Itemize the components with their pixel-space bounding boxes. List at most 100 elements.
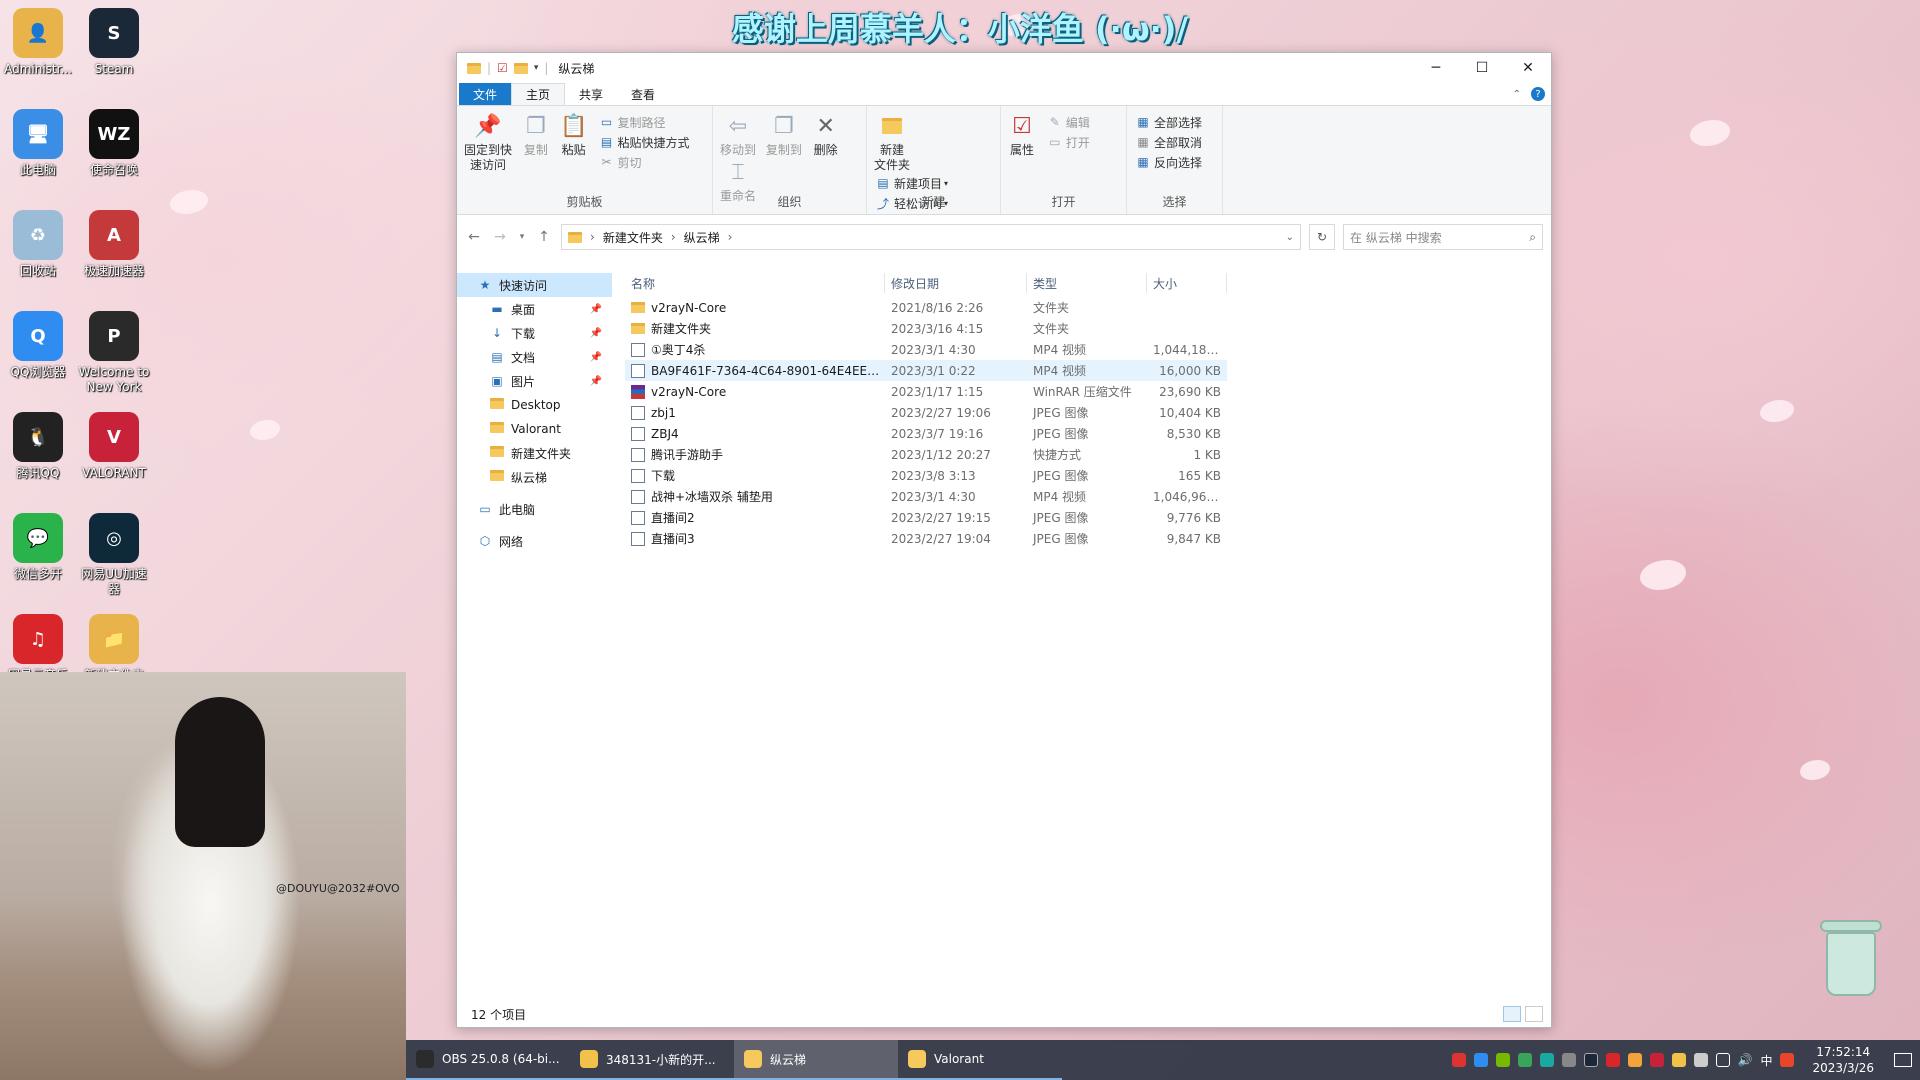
recent-dropdown-icon[interactable]: ▾: [517, 232, 527, 242]
desktop-icon[interactable]: Q QQ浏览器: [0, 311, 76, 380]
mic-icon[interactable]: [1451, 1053, 1466, 1067]
taskbar-app[interactable]: OBS 25.0.8 (64-bi...: [406, 1040, 570, 1080]
file-row[interactable]: 下载 2023/3/8 3:13 JPEG 图像 165 KB: [625, 465, 1227, 486]
close-button[interactable]: ✕: [1505, 53, 1551, 83]
refresh-button[interactable]: ↻: [1309, 224, 1335, 250]
sidebar-item[interactable]: 新建文件夹: [457, 441, 612, 465]
select-all-button[interactable]: ▦ 全部选择: [1135, 112, 1202, 132]
steam-icon[interactable]: [1583, 1053, 1598, 1067]
tab-view[interactable]: 查看: [617, 83, 669, 105]
file-row[interactable]: v2rayN-Core 2021/8/16 2:26 文件夹: [625, 297, 1227, 318]
notification-icon[interactable]: [1894, 1053, 1912, 1067]
tab-file[interactable]: 文件: [459, 83, 512, 105]
sidebar-item[interactable]: Desktop: [457, 393, 612, 417]
tab-share[interactable]: 共享: [565, 83, 617, 105]
address-dropdown-icon[interactable]: ⌄: [1286, 232, 1294, 243]
new-folder-icon[interactable]: [513, 62, 528, 74]
file-row[interactable]: 战神+冰墙双杀 辅垫用 2023/3/1 4:30 MP4 视频 1,046,964.…: [625, 486, 1227, 507]
copy-button[interactable]: ❐ 复制: [522, 112, 550, 158]
file-row[interactable]: ZBJ4 2023/3/7 19:16 JPEG 图像 8,530 KB: [625, 423, 1227, 444]
sidebar-item[interactable]: ⬡ 网络: [457, 529, 612, 553]
desktop-icon[interactable]: P Welcome to New York: [76, 311, 152, 395]
file-row[interactable]: v2rayN-Core 2023/1/17 1:15 WinRAR 压缩文件 23,6…: [625, 381, 1227, 402]
nvidia-icon[interactable]: [1495, 1053, 1510, 1067]
details-view-button[interactable]: [1503, 1006, 1521, 1022]
desktop-icon[interactable]: 🐧 腾讯QQ: [0, 412, 76, 481]
collapse-ribbon-icon[interactable]: ⌃: [1513, 89, 1521, 100]
paste-shortcut-button[interactable]: ▤ 粘贴快捷方式: [599, 132, 690, 152]
desktop-icon[interactable]: 💬 微信多开: [0, 513, 76, 582]
column-size[interactable]: 大小: [1147, 273, 1227, 293]
taskbar-app[interactable]: 纵云梯: [734, 1040, 898, 1080]
minimize-button[interactable]: ─: [1413, 53, 1459, 83]
file-row[interactable]: ①奥丁4杀 2023/3/1 4:30 MP4 视频 1,044,189...: [625, 339, 1227, 360]
file-row[interactable]: 新建文件夹 2023/3/16 4:15 文件夹: [625, 318, 1227, 339]
network-icon[interactable]: [1715, 1053, 1730, 1067]
column-date[interactable]: 修改日期: [885, 273, 1027, 293]
address-bar[interactable]: › 新建文件夹 › 纵云梯 › ⌄: [561, 224, 1301, 250]
search-input[interactable]: 在 纵云梯 中搜索 ⌕: [1343, 224, 1543, 250]
up-arrow-icon[interactable]: ↑: [535, 229, 553, 245]
copy-path-button[interactable]: ▭ 复制路径: [599, 112, 690, 132]
app-icon[interactable]: [1627, 1053, 1642, 1067]
desktop-icon[interactable]: 🖥 此电脑: [0, 109, 76, 178]
invert-selection-button[interactable]: ▦ 反向选择: [1135, 152, 1202, 172]
paste-button[interactable]: 📋 粘贴: [560, 112, 588, 158]
sidebar-item[interactable]: ↓ 下载 📌: [457, 321, 612, 345]
properties-button[interactable]: ☑ 属性: [1008, 112, 1036, 158]
desktop-icon[interactable]: A 极速加速器: [76, 210, 152, 279]
sidebar-item[interactable]: ▭ 此电脑: [457, 497, 612, 521]
back-arrow-icon[interactable]: ←: [465, 229, 483, 245]
delete-button[interactable]: ✕ 删除: [812, 112, 840, 158]
select-none-button[interactable]: ▦ 全部取消: [1135, 132, 1202, 152]
file-row[interactable]: 直播间3 2023/2/27 19:04 JPEG 图像 9,847 KB: [625, 528, 1227, 549]
column-type[interactable]: 类型: [1027, 273, 1147, 293]
app-icon[interactable]: [1671, 1053, 1686, 1067]
pin-icon[interactable]: 📌: [590, 376, 602, 387]
taskbar-app[interactable]: 348131-小新的开...: [570, 1040, 734, 1080]
sidebar-item[interactable]: ▤ 文档 📌: [457, 345, 612, 369]
open-button[interactable]: ▭ 打开: [1047, 132, 1090, 152]
breadcrumb-item[interactable]: 新建文件夹: [603, 229, 663, 246]
pin-icon[interactable]: 📌: [590, 352, 602, 363]
desktop-icon[interactable]: 👤 Administr...: [0, 8, 76, 77]
edit-button[interactable]: ✎ 编辑: [1047, 112, 1090, 132]
column-name[interactable]: 名称: [625, 273, 885, 293]
new-folder-button[interactable]: 新建 文件夹: [874, 112, 910, 173]
volume-icon[interactable]: 🔊: [1738, 1053, 1753, 1067]
properties-check-icon[interactable]: ☑: [497, 61, 508, 75]
app-icon[interactable]: [1517, 1053, 1532, 1067]
clock[interactable]: 17:52:14 2023/3/26: [1812, 1044, 1874, 1076]
taskbar-app[interactable]: Valorant: [898, 1040, 1062, 1080]
desktop-icon[interactable]: ◎ 网易UU加速器: [76, 513, 152, 597]
sogou-icon[interactable]: [1780, 1053, 1795, 1067]
file-row[interactable]: zbj1 2023/2/27 19:06 JPEG 图像 10,404 KB: [625, 402, 1227, 423]
netease-music-icon[interactable]: [1605, 1053, 1620, 1067]
sidebar-item[interactable]: ▣ 图片 📌: [457, 369, 612, 393]
sidebar-item[interactable]: Valorant: [457, 417, 612, 441]
pin-quick-access-button[interactable]: 📌 固定到快 速访问: [464, 112, 512, 173]
desktop-icon[interactable]: WZ 使命召唤: [76, 109, 152, 178]
sidebar-item[interactable]: ★ 快速访问: [457, 273, 612, 297]
large-icons-view-button[interactable]: [1525, 1006, 1543, 1022]
sidebar-item[interactable]: ▬ 桌面 📌: [457, 297, 612, 321]
maximize-button[interactable]: ☐: [1459, 53, 1505, 83]
desktop-icon[interactable]: ♻ 回收站: [0, 210, 76, 279]
customize-dropdown-icon[interactable]: ▾: [534, 63, 539, 73]
file-row[interactable]: 直播间2 2023/2/27 19:15 JPEG 图像 9,776 KB: [625, 507, 1227, 528]
ime-indicator[interactable]: 中: [1760, 1052, 1772, 1069]
tab-home[interactable]: 主页: [511, 83, 566, 105]
file-row[interactable]: 腾讯手游助手 2023/1/12 20:27 快捷方式 1 KB: [625, 444, 1227, 465]
cut-button[interactable]: ✂ 剪切: [599, 152, 690, 172]
browser-icon[interactable]: [1473, 1053, 1488, 1067]
valorant-icon[interactable]: [1649, 1053, 1664, 1067]
new-item-button[interactable]: ▤ 新建项目 ▾: [875, 173, 948, 193]
forward-arrow-icon[interactable]: →: [491, 229, 509, 245]
file-row[interactable]: BA9F461F-7364-4C64-8901-64E4EEC... 2023/3…: [625, 360, 1227, 381]
desktop-icon[interactable]: S Steam: [76, 8, 152, 77]
app-icon[interactable]: [1561, 1053, 1576, 1067]
copy-to-button[interactable]: ❐ 复制到: [766, 112, 802, 158]
desktop-icon[interactable]: V VALORANT: [76, 412, 152, 481]
sidebar-item[interactable]: 纵云梯: [457, 465, 612, 489]
uu-icon[interactable]: [1539, 1053, 1554, 1067]
